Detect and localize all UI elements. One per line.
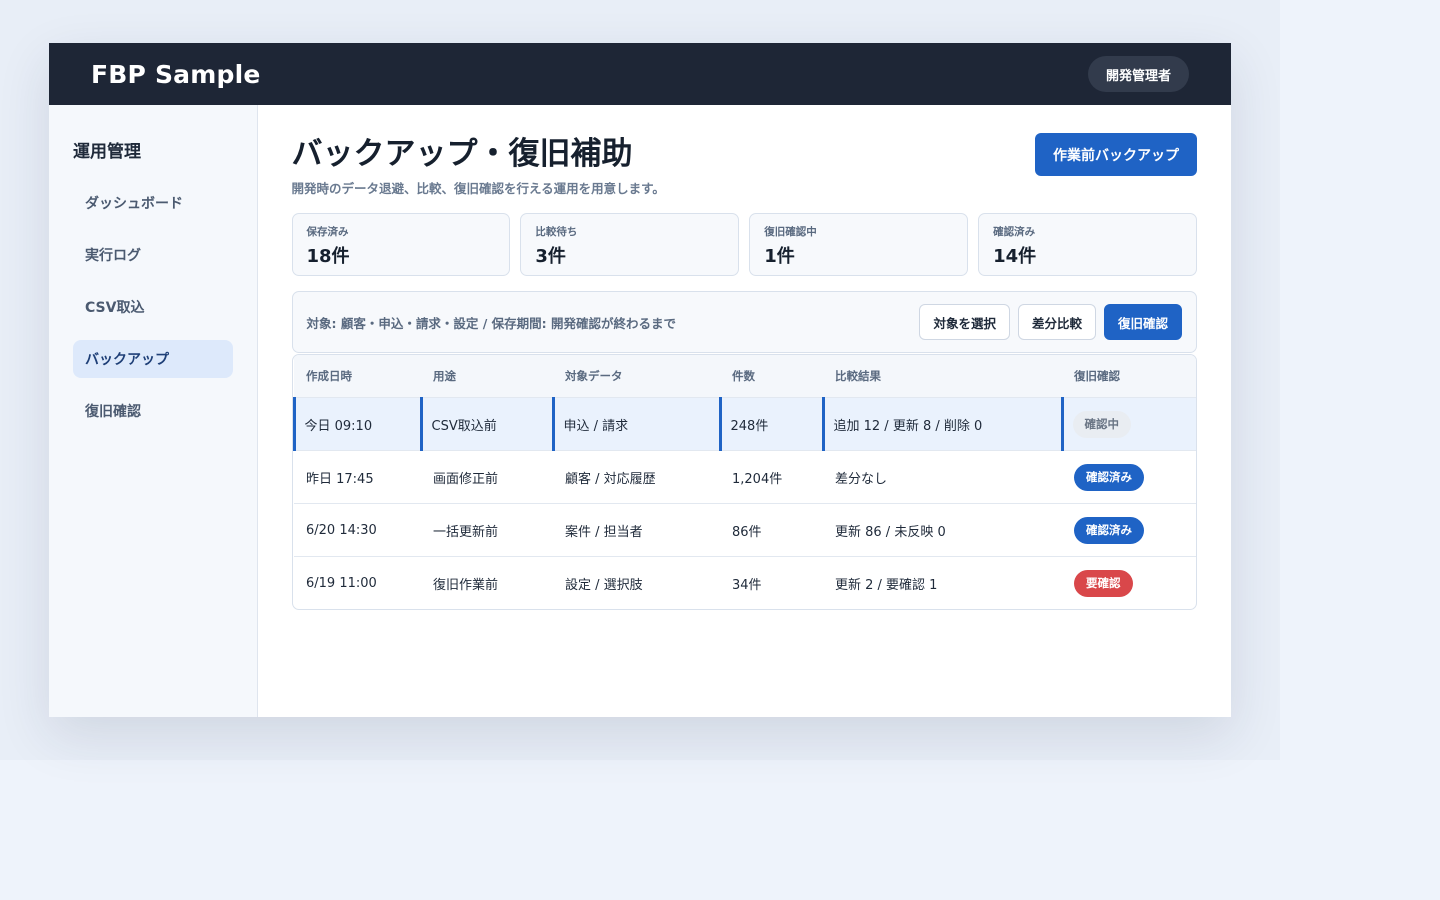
cell-result: 更新 86 / 未反映 0 (823, 503, 1062, 557)
body-area: 運用管理 ダッシュボード 実行ログ CSV取込 バックアップ 復旧確認 バックア… (49, 105, 1231, 717)
stat-card-confirmed: 確認済み 14件 (978, 213, 1197, 276)
cell-result: 追加 12 / 更新 8 / 削除 0 (821, 397, 1062, 451)
column-header-result: 比較結果 (823, 355, 1062, 398)
table-row[interactable]: 昨日 17:45 画面修正前 顧客 / 対応履歴 1,204件 差分なし 確認済… (294, 450, 1196, 504)
stat-label: 保存済み (306, 226, 349, 238)
cell-count: 248件 (718, 397, 823, 451)
cell-target: 顧客 / 対応履歴 (553, 450, 720, 504)
restore-check-button[interactable]: 復旧確認 (1103, 304, 1182, 340)
filter-bar: 対象: 顧客・申込・請求・設定 / 保存期間: 開発確認が終わるまで 対象を選択… (291, 291, 1197, 353)
cell-created: 今日 09:10 (292, 397, 421, 451)
cell-status: 確認中 (1060, 397, 1196, 451)
stat-value: 18件 (306, 246, 350, 267)
table-row[interactable]: 6/20 14:30 一括更新前 案件 / 担当者 86件 更新 86 / 未反… (294, 503, 1196, 557)
cell-created: 6/20 14:30 (294, 503, 421, 557)
cell-purpose: 画面修正前 (421, 450, 553, 504)
stat-card-compare-pending: 比較待ち 3件 (520, 213, 740, 276)
stat-label: 比較待ち (535, 226, 578, 238)
filter-summary: 対象: 顧客・申込・請求・設定 / 保存期間: 開発確認が終わるまで (306, 315, 676, 331)
column-header-purpose: 用途 (421, 355, 553, 398)
cell-count: 34件 (732, 577, 762, 593)
page-header: バックアップ・復旧補助 開発時のデータ退避、比較、復旧確認を行える運用を用意しま… (292, 133, 1197, 197)
cell-purpose: 一括更新前 (421, 503, 553, 557)
app-window: FBP Sample 開発管理者 運用管理 ダッシュボード 実行ログ CSV取込… (49, 43, 1231, 717)
sidebar: 運用管理 ダッシュボード 実行ログ CSV取込 バックアップ 復旧確認 (49, 105, 258, 717)
filter-actions: 対象を選択 差分比較 復旧確認 (919, 304, 1182, 340)
sidebar-item-restore-check[interactable]: 復旧確認 (73, 392, 233, 430)
cell-created: 6/19 11:00 (306, 575, 377, 591)
stats-row: 保存済み 18件 比較待ち 3件 復旧確認中 1件 確認済み 14件 (291, 213, 1197, 276)
cell-status: 確認済み (1062, 450, 1196, 504)
cell-target: 申込 / 請求 (551, 397, 720, 451)
page-title: バックアップ・復旧補助 (291, 136, 633, 172)
table-row[interactable]: 今日 09:10 CSV取込前 申込 / 請求 248件 追加 12 / 更新 … (292, 397, 1196, 451)
cell-target: 案件 / 担当者 (553, 503, 720, 557)
sidebar-item-logs[interactable]: 実行ログ (73, 236, 233, 274)
sidebar-item-csv-import[interactable]: CSV取込 (73, 288, 233, 326)
stat-value: 14件 (993, 246, 1037, 267)
status-badge: 確認済み (1074, 463, 1144, 491)
cell-count: 1,204件 (720, 450, 823, 504)
page-subtitle: 開発時のデータ退避、比較、復旧確認を行える運用を用意します。 (291, 181, 665, 196)
cell-purpose: 復旧作業前 (433, 577, 499, 593)
status-badge: 確認済み (1074, 516, 1144, 544)
app-title: FBP Sample (91, 59, 261, 89)
stat-label: 復旧確認中 (764, 226, 817, 238)
user-menu-button[interactable]: 開発管理者 (1087, 56, 1189, 92)
cell-count: 86件 (720, 503, 823, 557)
column-header-count: 件数 (720, 355, 823, 398)
cell-result: 更新 2 / 要確認 1 (835, 577, 938, 593)
sidebar-item-backup[interactable]: バックアップ (73, 340, 233, 378)
sidebar-item-dashboard[interactable]: ダッシュボード (73, 184, 233, 222)
sidebar-heading: 運用管理 (73, 142, 141, 162)
stat-value: 1件 (764, 246, 795, 267)
cell-purpose: CSV取込前 (419, 397, 553, 451)
column-header-restore-status: 復旧確認 (1062, 355, 1196, 398)
stat-card-restore-checking: 復旧確認中 1件 (749, 213, 969, 276)
column-header-created: 作成日時 (294, 355, 421, 398)
page-heading-group: バックアップ・復旧補助 開発時のデータ退避、比較、復旧確認を行える運用を用意しま… (292, 133, 665, 197)
top-bar: FBP Sample 開発管理者 (49, 43, 1231, 105)
stat-label: 確認済み (993, 226, 1036, 238)
pre-work-backup-button[interactable]: 作業前バックアップ (1035, 133, 1197, 176)
status-badge: 確認中 (1072, 410, 1131, 438)
backup-table: 作成日時 用途 対象データ 件数 比較結果 復旧確認 今日 09:10 CSV取… (291, 354, 1197, 610)
cell-status: 要確認 (1062, 557, 1196, 610)
cell-created: 昨日 17:45 (294, 450, 421, 504)
stat-value: 3件 (535, 246, 566, 267)
stat-card-saved: 保存済み 18件 (291, 213, 511, 276)
table-header-row: 作成日時 用途 対象データ 件数 比較結果 復旧確認 (294, 355, 1196, 398)
table-row[interactable]: 6/19 11:00 復旧作業前 設定 / 選択肢 34件 更新 2 / 要確認… (294, 557, 1196, 610)
select-target-button[interactable]: 対象を選択 (919, 304, 1010, 340)
cell-target: 設定 / 選択肢 (565, 577, 643, 593)
cell-status: 確認済み (1062, 503, 1196, 557)
main-content: バックアップ・復旧補助 開発時のデータ退避、比較、復旧確認を行える運用を用意しま… (258, 105, 1232, 717)
status-badge: 要確認 (1074, 569, 1133, 597)
column-header-target: 対象データ (553, 355, 720, 398)
diff-compare-button[interactable]: 差分比較 (1017, 304, 1096, 340)
cell-result: 差分なし (823, 450, 1062, 504)
